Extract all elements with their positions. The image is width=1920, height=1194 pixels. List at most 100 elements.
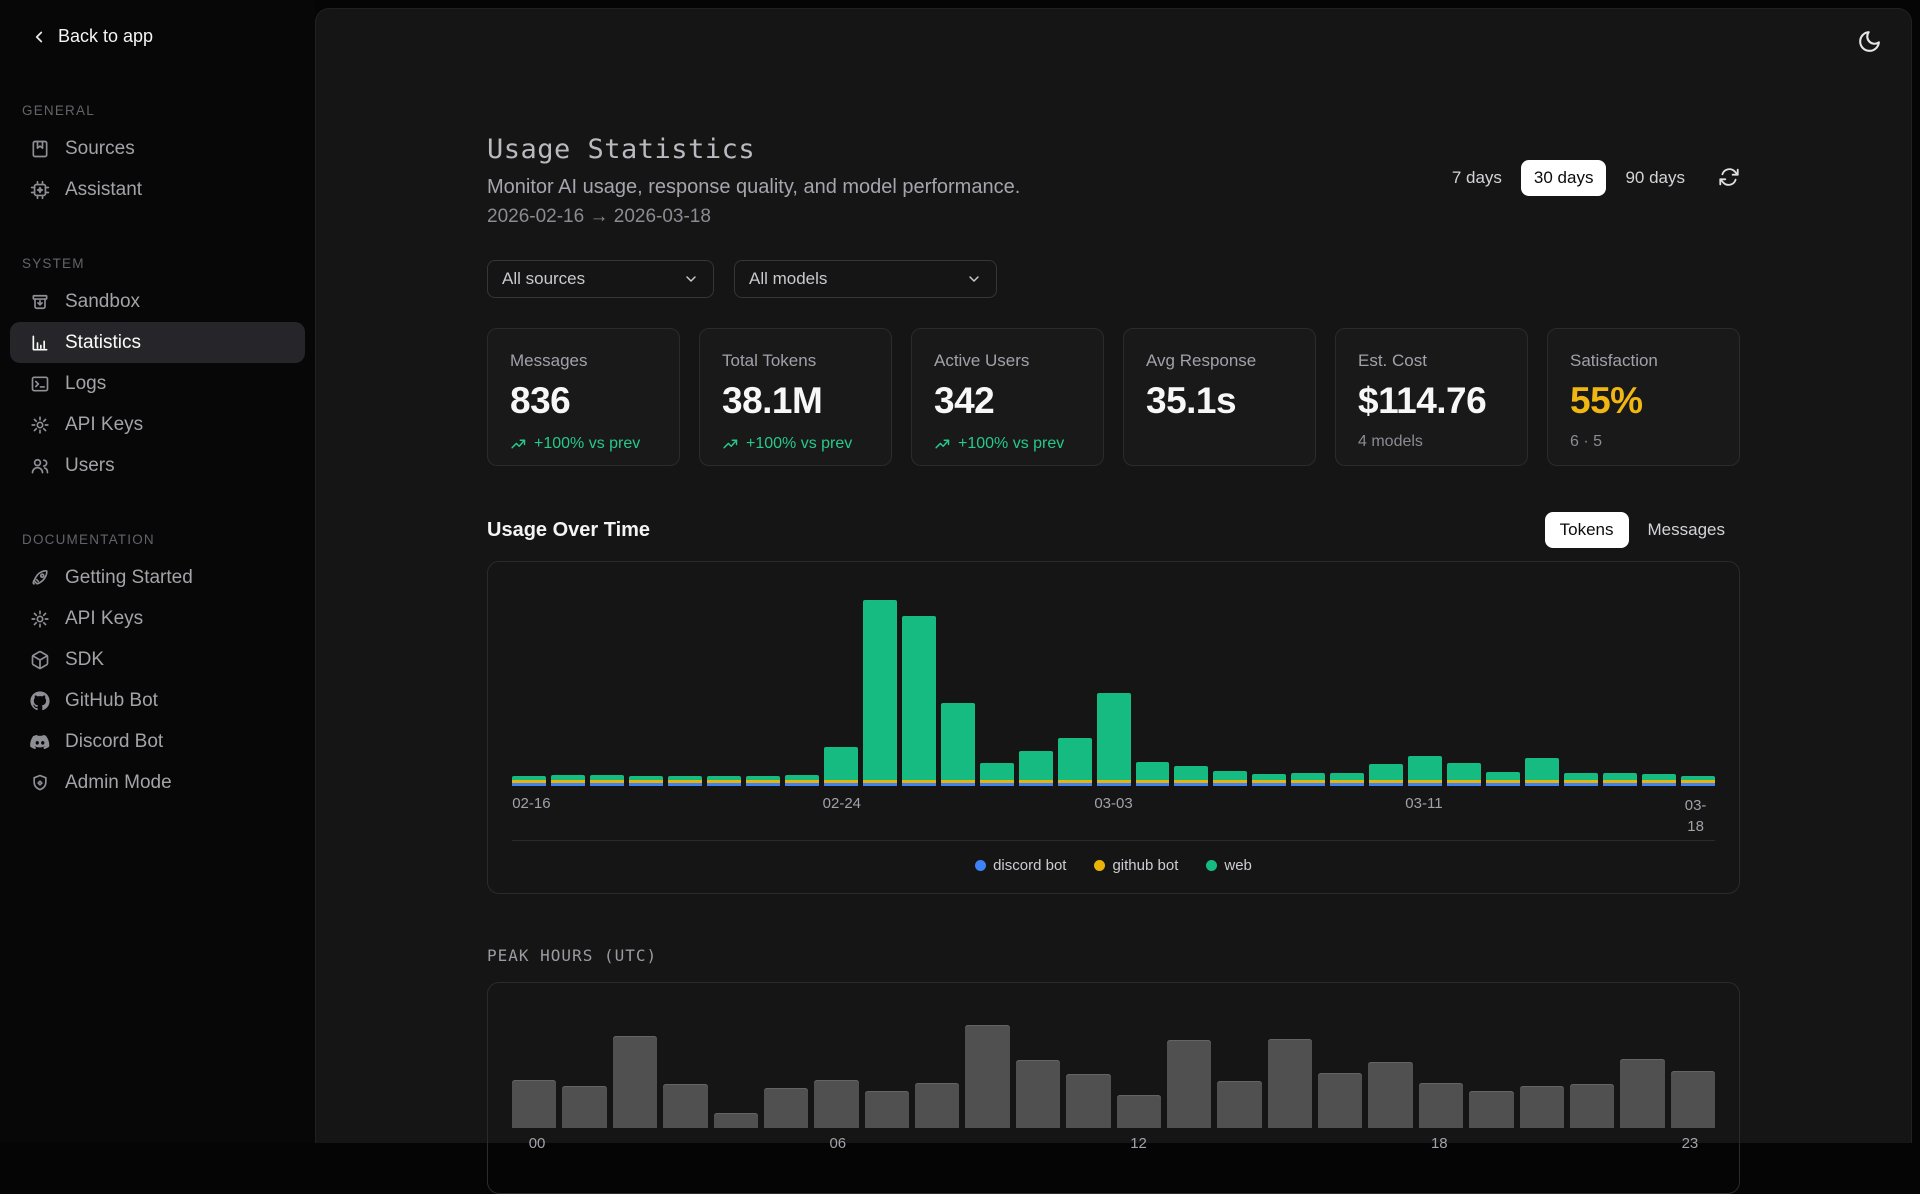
legend-dot xyxy=(1206,860,1217,871)
usage-bar xyxy=(1097,693,1131,786)
range-button-90d[interactable]: 90 days xyxy=(1612,160,1698,196)
legend-dot xyxy=(1094,860,1105,871)
usage-bar-discord-segment xyxy=(902,783,936,786)
content: Usage Statistics Monitor AI usage, respo… xyxy=(487,9,1740,1194)
github-icon xyxy=(30,691,50,711)
usage-bar-discord-segment xyxy=(1681,783,1715,786)
sidebar-item-sources[interactable]: Sources xyxy=(10,128,305,169)
sidebar-section: GENERALSourcesAssistant xyxy=(0,103,315,210)
stat-card-trend: +100% vs prev xyxy=(934,435,1081,453)
stat-card-trend-text: +100% vs prev xyxy=(746,435,852,453)
usage-bar-discord-segment xyxy=(863,783,897,786)
usage-bar xyxy=(590,775,624,786)
usage-bar-web-segment xyxy=(863,600,897,780)
usage-chart-card: 02-1602-2403-0303-1103-18 discord botgit… xyxy=(487,561,1740,894)
usage-bar-discord-segment xyxy=(1058,783,1092,786)
usage-bar-web-segment xyxy=(1174,766,1208,780)
sidebar-item-users[interactable]: Users xyxy=(10,445,305,486)
sidebar-item-api-keys-docs[interactable]: API Keys xyxy=(10,598,305,639)
peak-hour-bar xyxy=(1066,1074,1110,1128)
range-selector: 7 days30 days90 days xyxy=(1439,160,1740,196)
peak-hours-bars xyxy=(512,1008,1715,1128)
sidebar-section: DOCUMENTATION Getting StartedAPI KeysSDK G… xyxy=(0,532,315,803)
usage-bar xyxy=(1058,738,1092,786)
peak-hour-bar xyxy=(1368,1062,1412,1128)
sidebar-item-label: Statistics xyxy=(65,332,141,354)
stat-card-total-tokens: Total Tokens38.1M+100% vs prev xyxy=(699,328,892,466)
sidebar-item-sdk[interactable]: SDK xyxy=(10,639,305,680)
models-select[interactable]: All models xyxy=(734,260,997,298)
peak-hour-bar xyxy=(965,1025,1009,1128)
sidebar-item-github-bot[interactable]: GitHub Bot xyxy=(10,680,305,721)
range-button-30d[interactable]: 30 days xyxy=(1521,160,1607,196)
usage-bar-discord-segment xyxy=(1447,783,1481,786)
stat-card-satisfaction: Satisfaction55%6 · 5 xyxy=(1547,328,1740,466)
shield-icon xyxy=(30,773,50,793)
usage-bar-discord-segment xyxy=(1097,783,1131,786)
usage-bar xyxy=(1369,764,1403,786)
usage-bar-web-segment xyxy=(1058,738,1092,780)
sidebar-item-logs[interactable]: Logs xyxy=(10,363,305,404)
stat-card-label: Total Tokens xyxy=(722,351,869,371)
stat-card-est-cost: Est. Cost$114.764 models xyxy=(1335,328,1528,466)
peak-hour-bar xyxy=(764,1088,808,1128)
usage-bar-discord-segment xyxy=(1408,783,1442,786)
models-select-value: All models xyxy=(749,269,827,289)
usage-bar xyxy=(746,776,780,786)
sidebar-item-api-keys[interactable]: API Keys xyxy=(10,404,305,445)
usage-bar xyxy=(902,616,936,786)
chevron-down-icon xyxy=(966,271,982,287)
usage-bar xyxy=(707,776,741,786)
chip-icon xyxy=(30,180,50,200)
refresh-icon xyxy=(1718,166,1740,188)
sidebar-item-admin-mode[interactable]: Admin Mode xyxy=(10,762,305,803)
usage-bar-web-segment xyxy=(1564,773,1598,780)
usage-bar xyxy=(1486,772,1520,786)
usage-bar-web-segment xyxy=(1603,773,1637,780)
sidebar-item-sandbox[interactable]: Sandbox xyxy=(10,281,305,322)
page-subtitle: Monitor AI usage, response quality, and … xyxy=(487,176,1020,199)
usage-bar xyxy=(1136,762,1170,786)
x-tick-label: 02-24 xyxy=(823,795,861,812)
sidebar-item-label: API Keys xyxy=(65,414,143,436)
refresh-button[interactable] xyxy=(1718,165,1740,191)
usage-toggle-messages[interactable]: Messages xyxy=(1633,512,1740,548)
usage-bar-discord-segment xyxy=(1213,783,1247,786)
discord-icon xyxy=(30,732,50,752)
usage-bar xyxy=(629,776,663,786)
sidebar-item-label: GitHub Bot xyxy=(65,690,158,712)
rocket-icon xyxy=(30,568,50,588)
usage-bar xyxy=(1447,763,1481,786)
peak-hour-bar xyxy=(1117,1095,1161,1128)
sidebar-item-discord-bot[interactable]: Discord Bot xyxy=(10,721,305,762)
peak-hour-bar xyxy=(865,1091,909,1128)
sidebar-item-statistics[interactable]: Statistics xyxy=(10,322,305,363)
stat-card-label: Est. Cost xyxy=(1358,351,1505,371)
sidebar-item-getting-started[interactable]: Getting Started xyxy=(10,557,305,598)
stat-card-label: Messages xyxy=(510,351,657,371)
usage-chart-legend: discord botgithub botweb xyxy=(512,857,1715,874)
back-to-app-button[interactable]: Back to app xyxy=(0,16,315,57)
usage-bar-web-segment xyxy=(902,616,936,780)
range-button-7d[interactable]: 7 days xyxy=(1439,160,1515,196)
sidebar-item-assistant[interactable]: Assistant xyxy=(10,169,305,210)
sidebar-section-label: DOCUMENTATION xyxy=(0,532,315,547)
usage-bar-discord-segment xyxy=(1486,783,1520,786)
stat-card-subtext: 4 models xyxy=(1358,433,1505,451)
usage-bar xyxy=(1603,773,1637,786)
users-icon xyxy=(30,456,50,476)
peak-hour-bar xyxy=(1016,1060,1060,1128)
moon-icon xyxy=(1857,29,1882,54)
sources-select[interactable]: All sources xyxy=(487,260,714,298)
theme-toggle-button[interactable] xyxy=(1853,27,1885,59)
stat-cards-row: Messages836+100% vs prevTotal Tokens38.1… xyxy=(487,328,1740,466)
peak-hour-bar xyxy=(814,1080,858,1128)
chevron-left-icon xyxy=(30,28,48,46)
usage-bar-discord-segment xyxy=(941,783,975,786)
usage-toggle-tokens[interactable]: Tokens xyxy=(1545,512,1629,548)
usage-bar xyxy=(1174,766,1208,786)
usage-bar-web-segment xyxy=(1136,762,1170,780)
usage-chart-x-ticks: 02-1602-2403-0303-1103-18 xyxy=(512,795,1715,817)
peak-hour-bar xyxy=(714,1113,758,1128)
gear-icon xyxy=(30,415,50,435)
